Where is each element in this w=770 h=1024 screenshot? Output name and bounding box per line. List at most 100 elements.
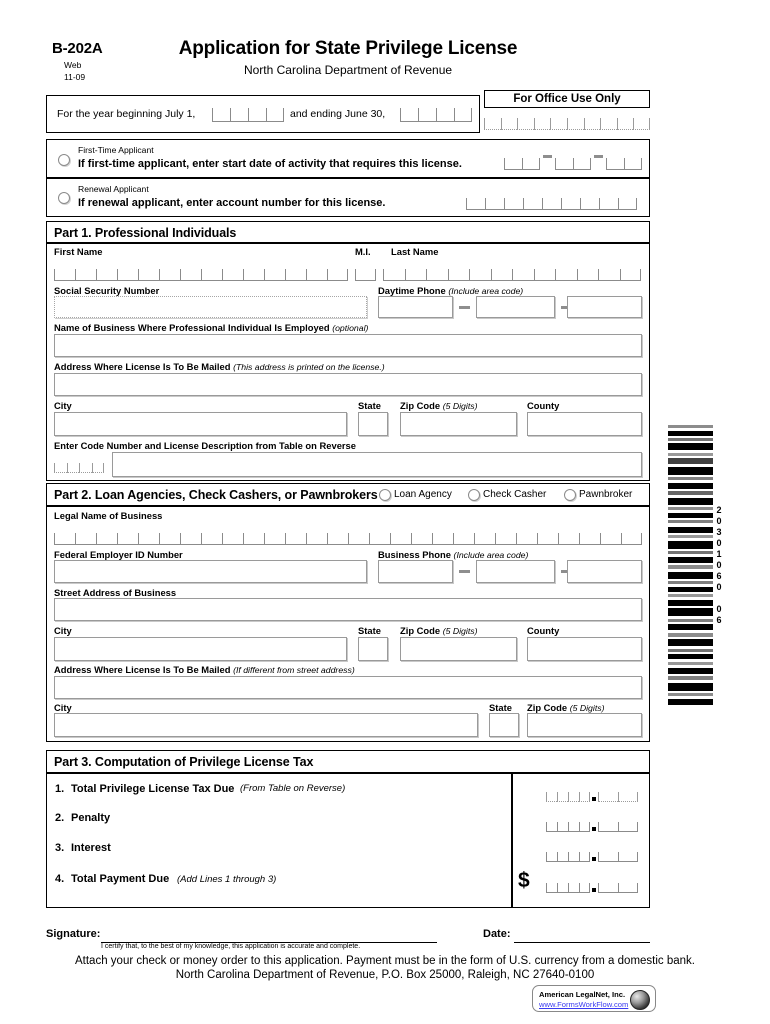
part2-mail-address-hint: (If different from street address)	[233, 665, 355, 675]
last-name-label: Last Name	[391, 246, 439, 257]
city-input[interactable]	[54, 412, 347, 436]
business-phone-area-input[interactable]	[378, 560, 453, 583]
daytime-phone-area-input[interactable]	[378, 296, 453, 318]
last-name-input[interactable]	[383, 269, 642, 281]
part3-line-2-number: 2.	[55, 812, 65, 824]
part3-divider	[511, 773, 513, 908]
part3-line-1-cents-input[interactable]	[598, 792, 638, 802]
office-use-input[interactable]	[484, 118, 650, 130]
year-begin-input[interactable]	[212, 108, 284, 122]
business-phone-prefix-input[interactable]	[476, 560, 555, 583]
street-address-input[interactable]	[54, 598, 642, 621]
start-date-month-input[interactable]	[504, 158, 540, 170]
daytime-phone-label: Daytime Phone (Include area code)	[378, 285, 523, 296]
business-phone-hint: (Include area code)	[453, 550, 529, 560]
part3-line-4-number: 4.	[55, 873, 65, 885]
part2-county-input[interactable]	[527, 637, 642, 661]
part2-state-input[interactable]	[358, 637, 388, 661]
first-time-applicant-radio[interactable]	[58, 154, 70, 166]
first-name-label: First Name	[54, 246, 103, 257]
ssn-label: Social Security Number	[54, 285, 160, 296]
part3-line-2-label: Penalty	[71, 812, 111, 824]
code-description-input[interactable]	[112, 452, 642, 477]
zip-hint: (5 Digits)	[442, 401, 478, 411]
part2-mail-address-input[interactable]	[54, 676, 642, 699]
globe-icon	[630, 990, 650, 1010]
code-number-input[interactable]	[54, 463, 104, 473]
business-phone-label: Business Phone (Include area code)	[378, 549, 528, 560]
state-input[interactable]	[358, 412, 388, 436]
part3-line-4-label: Total Payment Due	[71, 873, 170, 885]
part1-title: Part 1. Professional Individuals	[54, 226, 237, 240]
dollar-sign: $	[518, 869, 530, 892]
daytime-phone-line-input[interactable]	[567, 296, 642, 318]
part2-mail-address-label: Address Where License Is To Be Mailed (I…	[54, 664, 355, 675]
part2-mail-city-input[interactable]	[54, 713, 478, 737]
zip-input[interactable]	[400, 412, 517, 436]
date-separator-2	[594, 155, 603, 158]
daytime-phone-prefix-input[interactable]	[476, 296, 555, 318]
mail-address-label: Address Where License Is To Be Mailed (T…	[54, 361, 385, 372]
part3-line-2-decimal	[592, 827, 596, 831]
business-name-label: Name of Business Where Professional Indi…	[54, 322, 368, 333]
barcode-number: 20301060 06	[714, 505, 724, 626]
business-phone-line-input[interactable]	[567, 560, 642, 583]
form-page: B-202A Web 11-09 Application for State P…	[0, 0, 770, 1024]
street-address-label: Street Address of Business	[54, 587, 177, 598]
part3-line-1-dollars-input[interactable]	[546, 792, 590, 802]
zip-label: Zip Code (5 Digits)	[400, 400, 477, 411]
part3-line-3-label: Interest	[71, 842, 111, 854]
part2-zip-input[interactable]	[400, 637, 517, 661]
renewal-account-number-input[interactable]	[466, 198, 637, 210]
part3-line-4-cents-input[interactable]	[598, 883, 638, 893]
part2-city-label: City	[54, 625, 72, 636]
part2-zip-hint: (5 Digits)	[442, 626, 478, 636]
legalnet-url[interactable]: www.FormsWorkFlow.com	[539, 1000, 628, 1009]
daytime-phone-label-text: Daytime Phone	[378, 285, 446, 296]
legalnet-badge: American LegalNet, Inc. www.FormsWorkFlo…	[532, 985, 656, 1012]
part3-line-3-dollars-input[interactable]	[546, 852, 590, 862]
part2-option-pawnbroker-radio[interactable]	[564, 489, 576, 501]
part2-title: Part 2. Loan Agencies, Check Cashers, or…	[54, 488, 378, 502]
phone-separator-1	[459, 306, 470, 309]
business-name-input[interactable]	[54, 334, 642, 357]
year-begin-label: For the year beginning July 1,	[57, 108, 196, 120]
part3-line-4-dollars-input[interactable]	[546, 883, 590, 893]
part2-mail-zip-hint: (5 Digits)	[569, 703, 605, 713]
part3-line-3-decimal	[592, 857, 596, 861]
legalnet-company: American LegalNet, Inc.	[539, 990, 626, 999]
part3-line-2-cents-input[interactable]	[598, 822, 638, 832]
page-title: Application for State Privilege License	[178, 38, 518, 59]
part3-line-3-cents-input[interactable]	[598, 852, 638, 862]
year-end-label: and ending June 30,	[290, 108, 386, 120]
mail-address-input[interactable]	[54, 373, 642, 396]
part2-option-check-casher-radio[interactable]	[468, 489, 480, 501]
part3-line-4-decimal	[592, 888, 596, 892]
part2-mail-state-input[interactable]	[489, 713, 519, 737]
date-label: Date:	[483, 928, 511, 940]
legal-name-input[interactable]	[54, 533, 642, 545]
mi-label: M.I.	[355, 246, 371, 257]
part2-city-input[interactable]	[54, 637, 347, 661]
part2-mail-city-label: City	[54, 702, 72, 713]
county-input[interactable]	[527, 412, 642, 436]
part3-line-2-dollars-input[interactable]	[546, 822, 590, 832]
ssn-input[interactable]	[54, 296, 367, 318]
first-name-input[interactable]	[54, 269, 348, 281]
mail-address-label-text: Address Where License Is To Be Mailed	[54, 361, 231, 372]
fein-input[interactable]	[54, 560, 367, 583]
business-name-label-text: Name of Business Where Professional Indi…	[54, 322, 330, 333]
date-input[interactable]	[514, 941, 650, 943]
renewal-applicant-radio[interactable]	[58, 192, 70, 204]
start-date-day-input[interactable]	[555, 158, 591, 170]
part3-line-1-label: Total Privilege License Tax Due	[71, 783, 235, 795]
signature-label: Signature:	[46, 928, 101, 940]
part2-state-label: State	[358, 625, 381, 636]
part2-mail-zip-input[interactable]	[527, 713, 642, 737]
mi-input[interactable]	[355, 269, 376, 281]
year-end-input[interactable]	[400, 108, 472, 122]
start-date-year-input[interactable]	[606, 158, 642, 170]
payment-instruction: Attach your check or money order to this…	[75, 955, 695, 967]
part2-option-loan-agency-radio[interactable]	[379, 489, 391, 501]
part3-line-3-number: 3.	[55, 842, 65, 854]
